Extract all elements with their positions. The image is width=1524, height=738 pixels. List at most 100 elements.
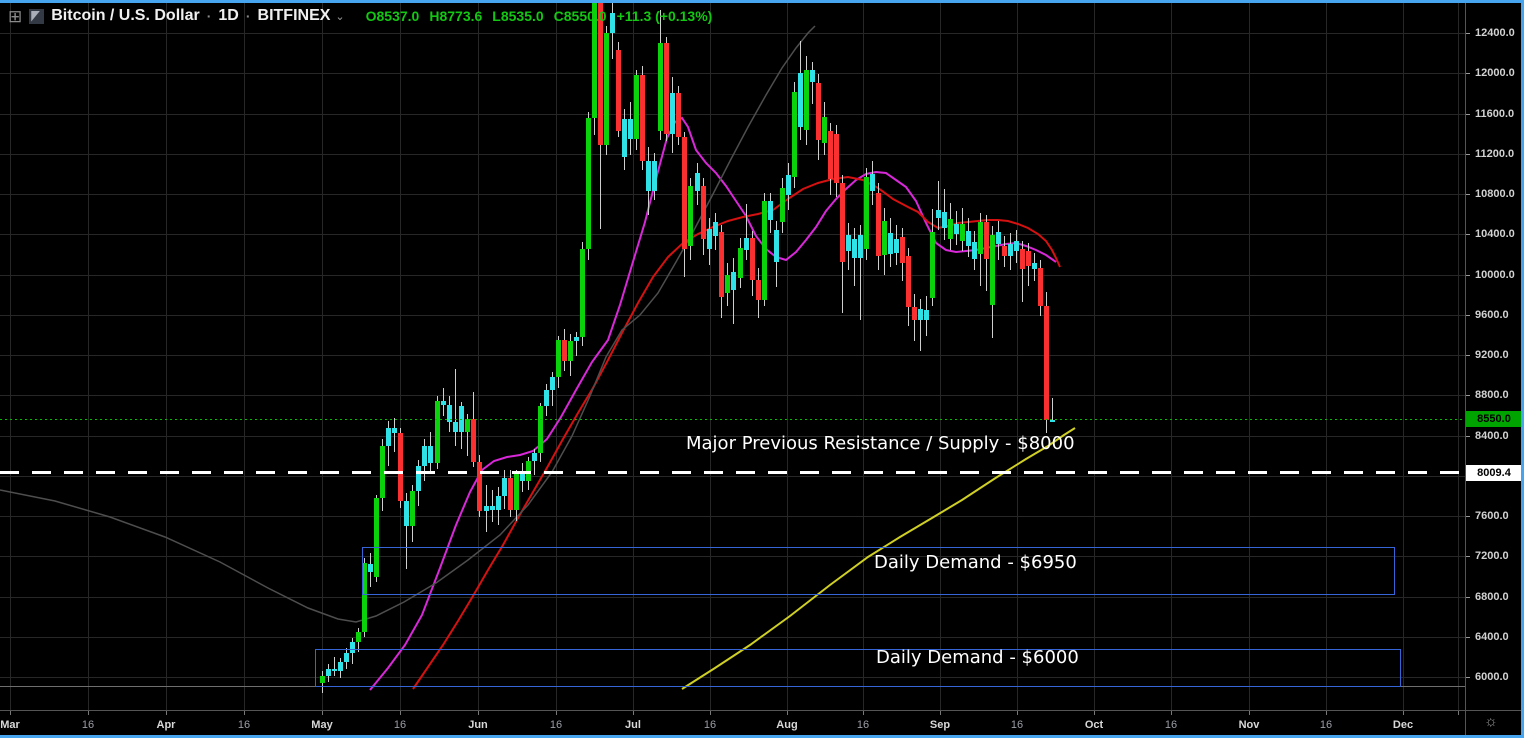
time-tick-label: Mar xyxy=(0,719,20,731)
price-tick-mark xyxy=(1466,436,1470,437)
interval-label[interactable]: 1D xyxy=(218,7,238,25)
time-axis[interactable]: Mar 16 Apr 16 May 16 Jun 16 Jul 16 Aug 16 Sep 16 Oct 16… xyxy=(0,710,1465,736)
candle-body xyxy=(887,233,893,255)
exchange-logo-icon xyxy=(29,8,45,24)
time-tick-mark xyxy=(1326,711,1327,715)
candle-body xyxy=(965,231,971,247)
candle-body xyxy=(470,419,476,462)
time-tick-label: 16 xyxy=(1164,719,1178,731)
time-tick-mark xyxy=(633,711,634,715)
price-tick-label: 10400.0 xyxy=(1475,228,1515,240)
time-tick-label: 16 xyxy=(237,719,251,731)
price-tick-label: 6400.0 xyxy=(1475,631,1509,643)
candle-body xyxy=(452,422,458,433)
candle-body xyxy=(935,210,941,219)
price-tick-label: 10000.0 xyxy=(1475,269,1515,281)
price-tick-label: 8800.0 xyxy=(1475,389,1509,401)
price-tick-mark xyxy=(1466,395,1470,396)
time-tick-label: 16 xyxy=(1319,719,1333,731)
exchange-label[interactable]: BITFINEX xyxy=(258,7,331,25)
resistance-price-tag: 8009.4 xyxy=(1466,465,1522,481)
demand1-label[interactable]: Daily Demand - $6950 xyxy=(874,552,1077,573)
price-tick-label: 12400.0 xyxy=(1475,27,1515,39)
chart-canvas[interactable]: Major Previous Resistance / Supply - $80… xyxy=(0,0,1465,710)
time-tick-mark xyxy=(322,711,323,715)
candle-body xyxy=(724,274,730,293)
demand2-label[interactable]: Daily Demand - $6000 xyxy=(876,647,1079,668)
resistance-label[interactable]: Major Previous Resistance / Supply - $80… xyxy=(686,433,1075,454)
candle-body xyxy=(543,390,549,407)
candle-wick xyxy=(811,62,813,105)
time-tick-label: 16 xyxy=(856,719,870,731)
last-price-tag: 8550.0 xyxy=(1466,411,1522,427)
candle-body xyxy=(881,221,887,256)
price-axis[interactable]: 12400.0 12000.0 11600.0 11200.0 10800.0 10400… xyxy=(1465,0,1522,710)
candle-body xyxy=(573,336,579,341)
candle-body xyxy=(639,75,645,161)
candle-body xyxy=(621,118,627,157)
candle-body xyxy=(513,472,519,510)
time-tick-mark xyxy=(244,711,245,715)
separator-dot: · xyxy=(245,8,251,24)
price-tick-label: 12000.0 xyxy=(1475,67,1515,79)
candle-body xyxy=(1025,251,1031,267)
candle-body xyxy=(415,465,421,491)
price-tick-mark xyxy=(1466,114,1470,115)
candle-body xyxy=(501,477,507,496)
price-tick-label: 7200.0 xyxy=(1475,550,1509,562)
symbol-title[interactable]: Bitcoin / U.S. Dollar xyxy=(51,7,199,25)
ohlc-value: C8550.0 xyxy=(553,8,607,24)
candle-body xyxy=(434,401,440,463)
candle-body xyxy=(995,232,1001,245)
candle-body xyxy=(809,70,815,83)
candle-body xyxy=(767,201,773,221)
compare-add-icon[interactable]: ⊞ xyxy=(8,8,22,25)
candle-body xyxy=(755,279,761,300)
price-tick-mark xyxy=(1466,516,1470,517)
candle-body xyxy=(603,33,609,145)
candle-body xyxy=(476,461,482,511)
candle-body xyxy=(421,445,427,466)
candle-body xyxy=(923,309,929,320)
ohlc-value: H8773.6 xyxy=(429,8,483,24)
candle-wick xyxy=(454,369,456,446)
time-tick-label: Sep xyxy=(929,719,951,731)
candle-body xyxy=(929,232,935,298)
candle-body xyxy=(1007,244,1013,257)
last-price-line xyxy=(0,419,1465,420)
candle-body xyxy=(681,136,687,250)
price-tick-label: 11200.0 xyxy=(1475,148,1515,160)
chevron-down-icon[interactable]: ⌄ xyxy=(335,10,344,23)
candle-body xyxy=(875,193,881,257)
time-tick-mark xyxy=(478,711,479,715)
ma-slow-gray[interactable] xyxy=(0,25,816,623)
candle-body xyxy=(959,224,965,242)
candle-body xyxy=(633,75,639,139)
price-tick-label: 6000.0 xyxy=(1475,671,1509,683)
candle-body xyxy=(941,212,947,229)
candle-body xyxy=(549,377,555,391)
time-tick-label: Apr xyxy=(156,719,176,731)
candle-body xyxy=(663,43,669,134)
candle-body xyxy=(615,50,621,131)
price-tick-mark xyxy=(1466,154,1470,155)
price-tick-mark xyxy=(1466,73,1470,74)
resistance-dashed-line[interactable] xyxy=(0,471,1465,474)
candle-body xyxy=(627,118,633,139)
candle-body xyxy=(779,187,785,223)
time-tick-mark xyxy=(1094,711,1095,715)
time-tick-mark xyxy=(10,711,11,715)
candle-body xyxy=(743,238,749,251)
candle-body xyxy=(893,239,899,254)
demand-zone-6000[interactable] xyxy=(315,649,1401,687)
candle-body xyxy=(651,160,657,191)
candle-wick xyxy=(937,180,939,231)
candle-wick xyxy=(745,204,747,261)
candle-body xyxy=(489,505,495,510)
time-tick-mark xyxy=(1249,711,1250,715)
price-tick-label: 6800.0 xyxy=(1475,591,1509,603)
candle-body xyxy=(537,406,543,453)
time-tick-label: Dec xyxy=(1392,719,1414,731)
brightness-toggle-icon[interactable]: ☼ xyxy=(1484,713,1498,730)
time-tick-mark xyxy=(88,711,89,715)
